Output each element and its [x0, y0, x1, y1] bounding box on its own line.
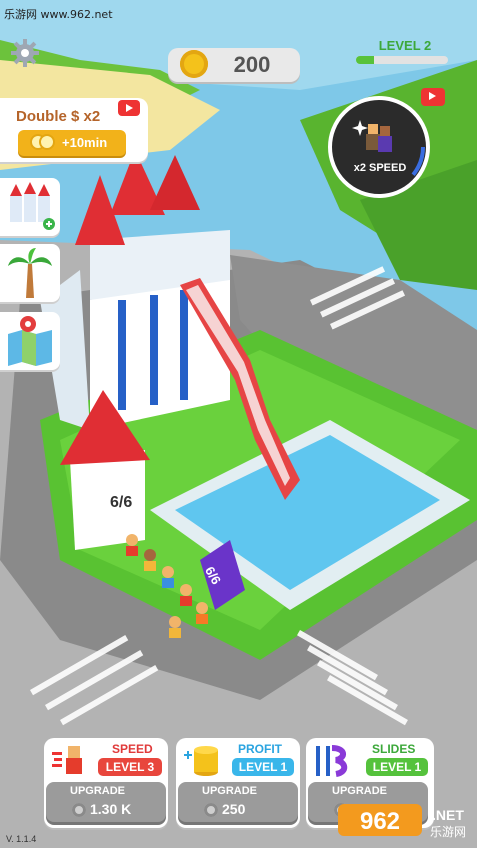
- upgrade-slides-button-label: UPGRADE: [332, 785, 388, 797]
- video-ad-icon: [421, 88, 445, 106]
- upgrade-speed-level: LEVEL 3: [98, 758, 162, 776]
- upgrade-speed-button-label: UPGRADE: [70, 785, 126, 797]
- upgrade-speed-price: 1.30 K: [90, 801, 132, 817]
- svg-text:.NET: .NET: [432, 807, 464, 823]
- speed-boost-icon: [333, 101, 425, 193]
- upgrade-slides-level: LEVEL 1: [366, 758, 428, 776]
- bottles-icon: [10, 182, 55, 230]
- speed-boost-label: x2 SPEED: [353, 162, 407, 174]
- coin-stack-icon: [184, 746, 218, 776]
- bottles-shop-button[interactable]: [0, 178, 60, 236]
- video-ad-icon: [118, 100, 140, 116]
- level-label: LEVEL 2: [378, 38, 432, 53]
- upgrade-speed-title: SPEED: [112, 742, 153, 756]
- upgrade-slides-title: SLIDES: [372, 742, 416, 756]
- runner-icon: [52, 746, 82, 774]
- coin-icon: [72, 803, 86, 817]
- coin-icon: [180, 50, 208, 78]
- coins-icon: [30, 134, 55, 150]
- gear-icon[interactable]: [10, 38, 40, 68]
- slide-icon: [316, 745, 348, 777]
- palm-tree-button[interactable]: [0, 244, 60, 302]
- upgrade-profit-level: LEVEL 1: [232, 758, 294, 776]
- version-label: V. 1.1.4: [6, 834, 37, 844]
- upgrade-profit-title: PROFIT: [238, 742, 282, 756]
- palm-tree-icon: [8, 248, 52, 298]
- coin-icon: [204, 803, 218, 817]
- double-money-button-label: +10min: [62, 135, 108, 150]
- svg-text:乐游网: 乐游网: [430, 825, 466, 839]
- map-icon: [8, 316, 52, 366]
- level-progress-fill: [356, 56, 375, 64]
- upgrade-profit-button-label: UPGRADE: [202, 785, 258, 797]
- svg-text:962: 962: [360, 808, 400, 835]
- watermark-top: 乐游网 www.962.net: [4, 8, 113, 21]
- double-money-title: Double $ x2: [16, 108, 101, 125]
- castle-counter: 6/6: [110, 494, 133, 511]
- coin-value: 200: [233, 52, 271, 77]
- upgrade-profit-price: 250: [222, 801, 246, 817]
- map-button[interactable]: [0, 312, 60, 370]
- speed-boost-button[interactable]: [328, 96, 430, 198]
- watermark-logo: 962 .NET 乐游网: [338, 804, 466, 839]
- level-progress-bar: [356, 56, 448, 64]
